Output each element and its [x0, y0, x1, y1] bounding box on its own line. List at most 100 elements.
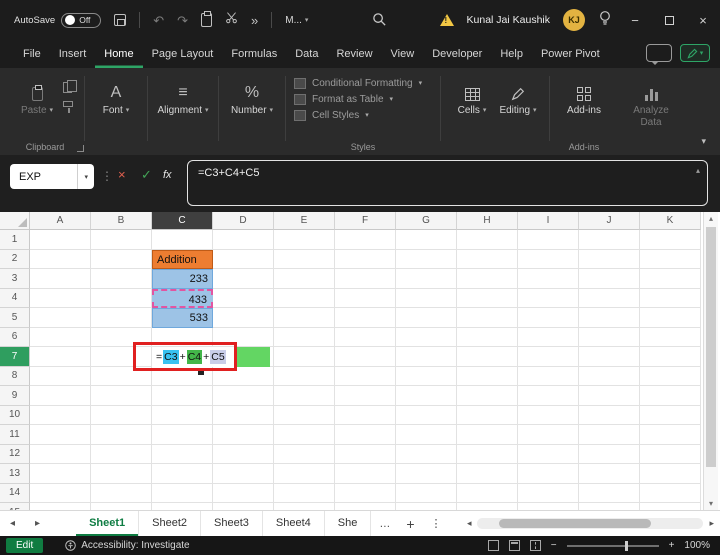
tab-file[interactable]: File [14, 40, 50, 68]
paste-button[interactable]: Paste ▾ [14, 74, 60, 139]
cell-A14[interactable] [30, 483, 91, 503]
row-header-1[interactable]: 1 [0, 230, 30, 250]
scroll-down-icon[interactable]: ▾ [704, 499, 718, 508]
cell-A10[interactable] [30, 405, 91, 425]
minimize-button[interactable]: − [618, 0, 652, 40]
drag-handle-icon[interactable]: ⋮ [101, 169, 113, 183]
cell-G2[interactable] [396, 249, 457, 269]
cell-D3[interactable] [213, 269, 274, 289]
cell-I13[interactable] [518, 464, 579, 484]
cell-B11[interactable] [91, 425, 152, 445]
cell-I5[interactable] [518, 308, 579, 328]
column-header-H[interactable]: H [457, 212, 518, 230]
cell-E2[interactable] [274, 249, 335, 269]
cell-D8[interactable] [213, 366, 274, 386]
cell-D12[interactable] [213, 444, 274, 464]
cell-H14[interactable] [457, 483, 518, 503]
insert-function-button[interactable]: fx [163, 170, 172, 181]
cell-J5[interactable] [579, 308, 640, 328]
cell-G11[interactable] [396, 425, 457, 445]
cell-styles-button[interactable]: Cell Styles ▾ [294, 110, 432, 121]
cell-B13[interactable] [91, 464, 152, 484]
cell-I12[interactable] [518, 444, 579, 464]
cell-E11[interactable] [274, 425, 335, 445]
addins-button[interactable]: Add-ins [558, 74, 610, 139]
cell-D11[interactable] [213, 425, 274, 445]
cell-G6[interactable] [396, 327, 457, 347]
cell-H7[interactable] [457, 347, 518, 367]
cell-B10[interactable] [91, 405, 152, 425]
horizontal-scrollbar-thumb[interactable] [499, 519, 652, 528]
collapse-formula-bar-icon[interactable]: ▴ [696, 166, 700, 175]
cell-F11[interactable] [335, 425, 396, 445]
cells-button[interactable]: Cells ▾ [449, 74, 495, 139]
row-header-2[interactable]: 2 [0, 249, 30, 269]
editing-mode-button[interactable]: ▾ [680, 44, 710, 62]
cell-H11[interactable] [457, 425, 518, 445]
page-break-view-icon[interactable] [529, 540, 541, 551]
cell-B6[interactable] [91, 327, 152, 347]
maximize-button[interactable] [652, 0, 686, 40]
cell-A1[interactable] [30, 230, 91, 250]
cell-J7[interactable] [579, 347, 640, 367]
row-header-4[interactable]: 4 [0, 288, 30, 308]
cell-C4[interactable]: 433 [152, 288, 213, 308]
cell-K14[interactable] [640, 483, 701, 503]
conditional-formatting-button[interactable]: Conditional Formatting ▾ [294, 78, 432, 89]
cell-B12[interactable] [91, 444, 152, 464]
close-button[interactable]: × [686, 0, 720, 40]
autosave-toggle[interactable]: Off [61, 12, 102, 28]
cell-K5[interactable] [640, 308, 701, 328]
cell-G13[interactable] [396, 464, 457, 484]
cell-F9[interactable] [335, 386, 396, 406]
cell-G7[interactable] [396, 347, 457, 367]
cell-H4[interactable] [457, 288, 518, 308]
cell-H15[interactable] [457, 503, 518, 510]
page-layout-view-icon[interactable] [508, 540, 520, 551]
select-all-corner[interactable] [0, 212, 30, 230]
zoom-out-button[interactable]: − [551, 540, 557, 551]
cell-K15[interactable] [640, 503, 701, 510]
cell-F3[interactable] [335, 269, 396, 289]
cell-I8[interactable] [518, 366, 579, 386]
cell-A8[interactable] [30, 366, 91, 386]
row-header-3[interactable]: 3 [0, 269, 30, 289]
cell-A7[interactable] [30, 347, 91, 367]
cell-H13[interactable] [457, 464, 518, 484]
cell-G9[interactable] [396, 386, 457, 406]
cell-J6[interactable] [579, 327, 640, 347]
zoom-in-button[interactable]: + [669, 540, 675, 551]
cell-C11[interactable] [152, 425, 213, 445]
cell-K9[interactable] [640, 386, 701, 406]
tab-view[interactable]: View [382, 40, 424, 68]
cell-H5[interactable] [457, 308, 518, 328]
cell-F5[interactable] [335, 308, 396, 328]
tab-help[interactable]: Help [491, 40, 532, 68]
cell-B5[interactable] [91, 308, 152, 328]
sheet-nav-right-icon[interactable]: ▸ [25, 518, 50, 529]
cell-J11[interactable] [579, 425, 640, 445]
horizontal-scrollbar[interactable] [477, 518, 704, 529]
cell-B14[interactable] [91, 483, 152, 503]
cell-D6[interactable] [213, 327, 274, 347]
cell-K4[interactable] [640, 288, 701, 308]
alignment-button[interactable]: ≡ Alignment ▾ [156, 74, 210, 139]
cell-A12[interactable] [30, 444, 91, 464]
row-header-12[interactable]: 12 [0, 444, 30, 464]
cell-J14[interactable] [579, 483, 640, 503]
cell-I2[interactable] [518, 249, 579, 269]
cell-K13[interactable] [640, 464, 701, 484]
sheet-tab-sheet4[interactable]: Sheet4 [263, 511, 325, 536]
cell-E15[interactable] [274, 503, 335, 510]
cell-I6[interactable] [518, 327, 579, 347]
cell-B4[interactable] [91, 288, 152, 308]
cell-F10[interactable] [335, 405, 396, 425]
cell-H12[interactable] [457, 444, 518, 464]
cell-F13[interactable] [335, 464, 396, 484]
cell-E13[interactable] [274, 464, 335, 484]
cell-F12[interactable] [335, 444, 396, 464]
cell-E3[interactable] [274, 269, 335, 289]
tab-data[interactable]: Data [286, 40, 327, 68]
tab-home[interactable]: Home [95, 40, 142, 68]
hscroll-left-icon[interactable]: ◂ [467, 518, 472, 529]
